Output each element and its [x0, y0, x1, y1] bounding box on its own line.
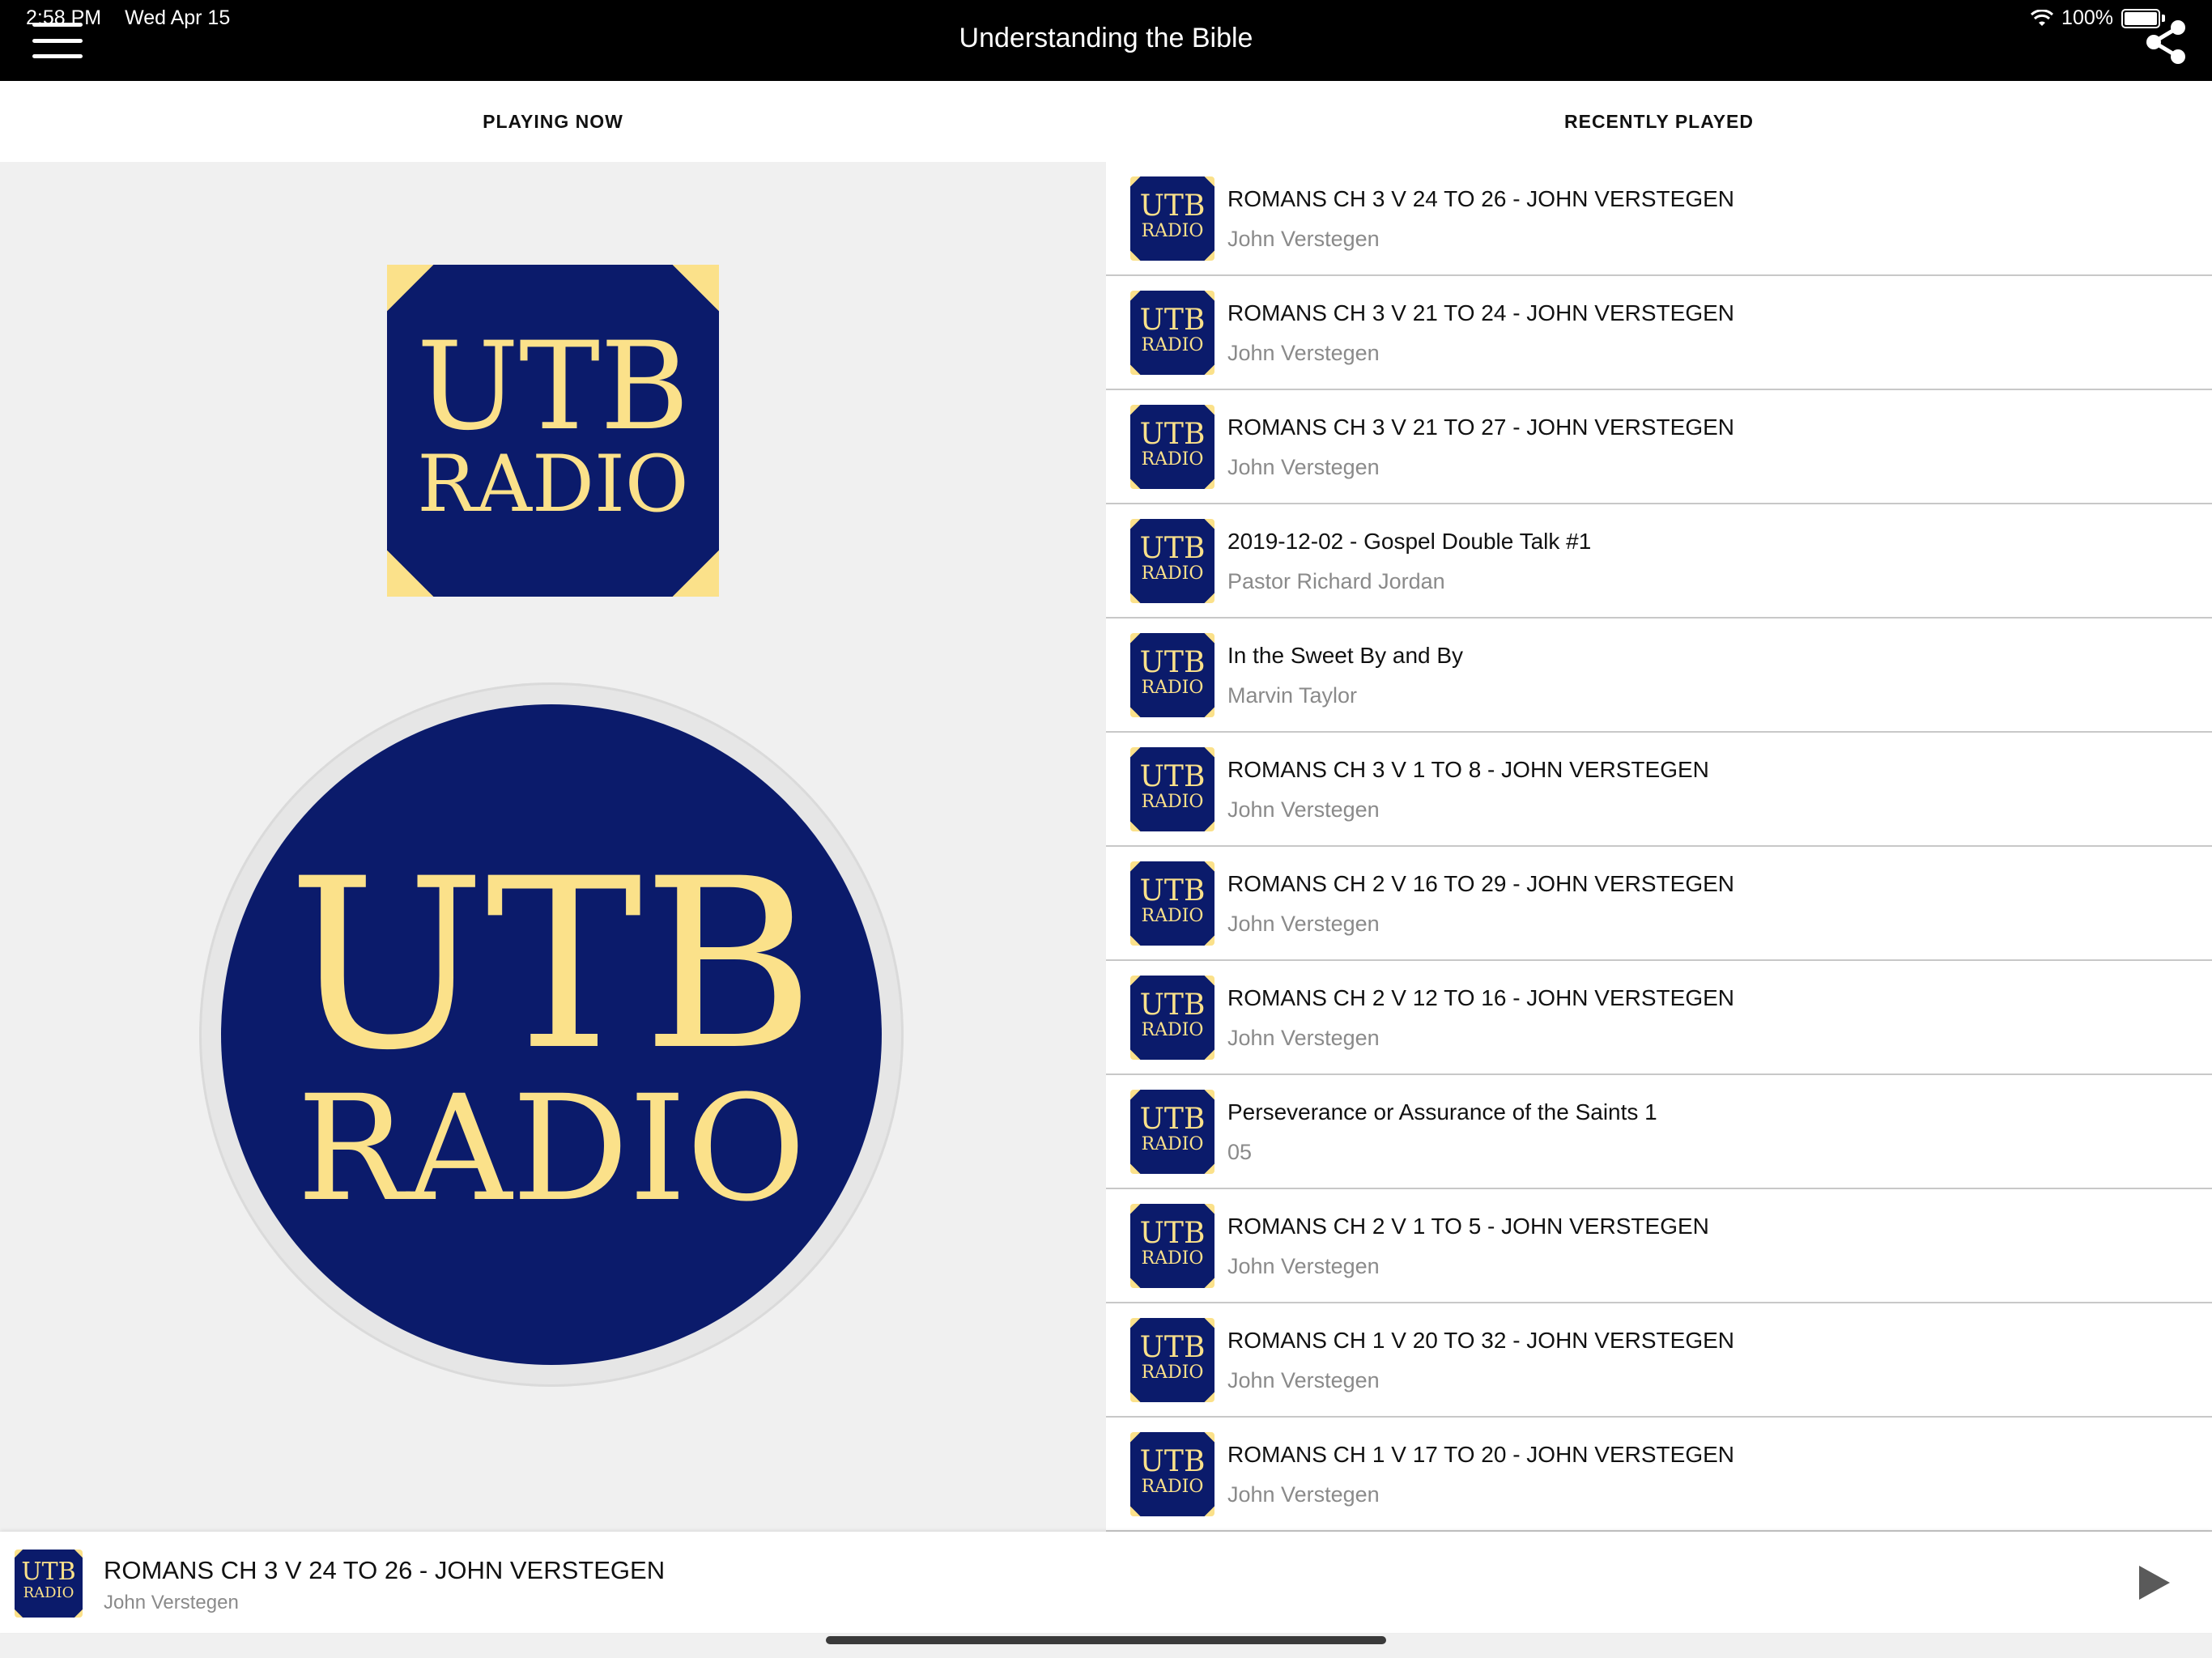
- playing-now-panel: UTB RADIO UTB RADIO: [0, 162, 1106, 1532]
- track-artwork: UTB RADIO: [1130, 519, 1214, 603]
- home-indicator[interactable]: [826, 1636, 1386, 1644]
- logo-square-line2: RADIO: [417, 439, 689, 529]
- track-title: ROMANS CH 2 V 1 TO 5 - JOHN VERSTEGEN: [1227, 1214, 1709, 1239]
- track-title: ROMANS CH 1 V 17 TO 20 - JOHN VERSTEGEN: [1227, 1442, 1735, 1467]
- tab-playing-now[interactable]: PLAYING NOW: [0, 81, 1106, 162]
- list-item[interactable]: UTB RADIO 2019-12-02 - Gospel Double Talk…: [1106, 504, 2212, 619]
- list-item[interactable]: UTB RADIO ROMANS CH 1 V 17 TO 20 - JOHN V…: [1106, 1418, 2212, 1532]
- battery-percent: 100%: [2061, 6, 2113, 29]
- tab-recently-played[interactable]: RECENTLY PLAYED: [1106, 81, 2212, 162]
- track-artwork: UTB RADIO: [1130, 976, 1214, 1060]
- track-artist: John Verstegen: [1227, 227, 1380, 251]
- status-date: Wed Apr 15: [125, 6, 231, 29]
- list-item[interactable]: UTB RADIO ROMANS CH 2 V 12 TO 16 - JOHN V…: [1106, 961, 2212, 1075]
- hamburger-line: [32, 38, 83, 43]
- track-title: ROMANS CH 3 V 21 TO 27 - JOHN VERSTEGEN: [1227, 414, 1735, 440]
- track-title: ROMANS CH 1 V 20 TO 32 - JOHN VERSTEGEN: [1227, 1328, 1735, 1353]
- now-playing-artist: John Verstegen: [104, 1592, 239, 1613]
- tab-bar: PLAYING NOW RECENTLY PLAYED: [0, 81, 2212, 162]
- station-logo-circle: UTB RADIO: [221, 704, 882, 1365]
- play-icon[interactable]: [2136, 1564, 2172, 1601]
- logo-square-line1: UTB: [416, 317, 690, 457]
- list-item[interactable]: UTB RADIO ROMANS CH 1 V 20 TO 32 - JOHN V…: [1106, 1303, 2212, 1418]
- track-title: ROMANS CH 2 V 16 TO 29 - JOHN VERSTEGEN: [1227, 871, 1735, 896]
- list-item[interactable]: UTB RADIO ROMANS CH 3 V 21 TO 27 - JOHN V…: [1106, 390, 2212, 504]
- hamburger-icon[interactable]: [32, 23, 83, 58]
- track-title: ROMANS CH 3 V 24 TO 26 - JOHN VERSTEGEN: [1227, 186, 1735, 211]
- list-item[interactable]: UTB RADIO In the Sweet By and By Marvin T…: [1106, 619, 2212, 733]
- now-playing-title: ROMANS CH 3 V 24 TO 26 - JOHN VERSTEGEN: [104, 1556, 666, 1584]
- station-logo-square: UTB RADIO: [387, 265, 719, 597]
- track-artist: John Verstegen: [1227, 1368, 1380, 1392]
- top-bar: 2:58 PM Wed Apr 15 100% Understanding th…: [0, 0, 2212, 81]
- track-artwork: UTB RADIO: [1130, 176, 1214, 261]
- track-artwork: UTB RADIO: [1130, 633, 1214, 717]
- track-artwork: UTB RADIO: [1130, 861, 1214, 946]
- track-artist: Pastor Richard Jordan: [1227, 569, 1445, 593]
- track-artist: John Verstegen: [1227, 797, 1380, 822]
- track-artist: 05: [1227, 1140, 1253, 1164]
- track-artist: John Verstegen: [1227, 341, 1380, 365]
- track-artist: John Verstegen: [1227, 912, 1380, 936]
- track-artwork: UTB RADIO: [1130, 1318, 1214, 1402]
- track-title: ROMANS CH 3 V 21 TO 24 - JOHN VERSTEGEN: [1227, 300, 1735, 325]
- track-artwork: UTB RADIO: [1130, 291, 1214, 375]
- mini-player[interactable]: UTB RADIO ROMANS CH 3 V 24 TO 26 - JOHN V…: [0, 1532, 2212, 1633]
- track-title: 2019-12-02 - Gospel Double Talk #1: [1227, 529, 1592, 554]
- track-artwork: UTB RADIO: [1130, 747, 1214, 831]
- hamburger-line: [32, 23, 83, 27]
- track-title: ROMANS CH 3 V 1 TO 8 - JOHN VERSTEGEN: [1227, 757, 1709, 782]
- track-artwork: UTB RADIO: [1130, 1204, 1214, 1288]
- wifi-icon: [2031, 9, 2054, 26]
- list-item[interactable]: UTB RADIO Perseverance or Assurance of th…: [1106, 1075, 2212, 1189]
- track-artist: John Verstegen: [1227, 455, 1380, 479]
- now-playing-artwork: UTB RADIO: [15, 1550, 83, 1618]
- list-item[interactable]: UTB RADIO ROMANS CH 2 V 1 TO 5 - JOHN VER…: [1106, 1189, 2212, 1303]
- track-artwork: UTB RADIO: [1130, 405, 1214, 489]
- track-artist: John Verstegen: [1227, 1254, 1380, 1278]
- list-item[interactable]: UTB RADIO ROMANS CH 2 V 16 TO 29 - JOHN V…: [1106, 847, 2212, 961]
- track-artwork: UTB RADIO: [1130, 1090, 1214, 1174]
- track-artist: John Verstegen: [1227, 1482, 1380, 1507]
- track-artist: John Verstegen: [1227, 1026, 1380, 1050]
- logo-circle-line2: RADIO: [296, 1065, 806, 1234]
- track-title: In the Sweet By and By: [1227, 643, 1464, 668]
- track-artist: Marvin Taylor: [1227, 683, 1358, 708]
- page-title: Understanding the Bible: [959, 23, 1253, 53]
- list-item[interactable]: UTB RADIO ROMANS CH 3 V 21 TO 24 - JOHN V…: [1106, 276, 2212, 390]
- track-artwork: UTB RADIO: [1130, 1432, 1214, 1516]
- hamburger-line: [32, 54, 83, 58]
- list-item[interactable]: UTB RADIO ROMANS CH 3 V 1 TO 8 - JOHN VER…: [1106, 733, 2212, 847]
- track-title: ROMANS CH 2 V 12 TO 16 - JOHN VERSTEGEN: [1227, 985, 1735, 1010]
- list-item[interactable]: UTB RADIO ROMANS CH 3 V 24 TO 26 - JOHN V…: [1106, 162, 2212, 276]
- recently-played-list: UTB RADIO ROMANS CH 3 V 24 TO 26 - JOHN V…: [1106, 162, 2212, 1532]
- logo-circle-line1: UTB: [287, 829, 815, 1102]
- share-icon[interactable]: [2142, 18, 2191, 66]
- track-title: Perseverance or Assurance of the Saints …: [1227, 1099, 1657, 1124]
